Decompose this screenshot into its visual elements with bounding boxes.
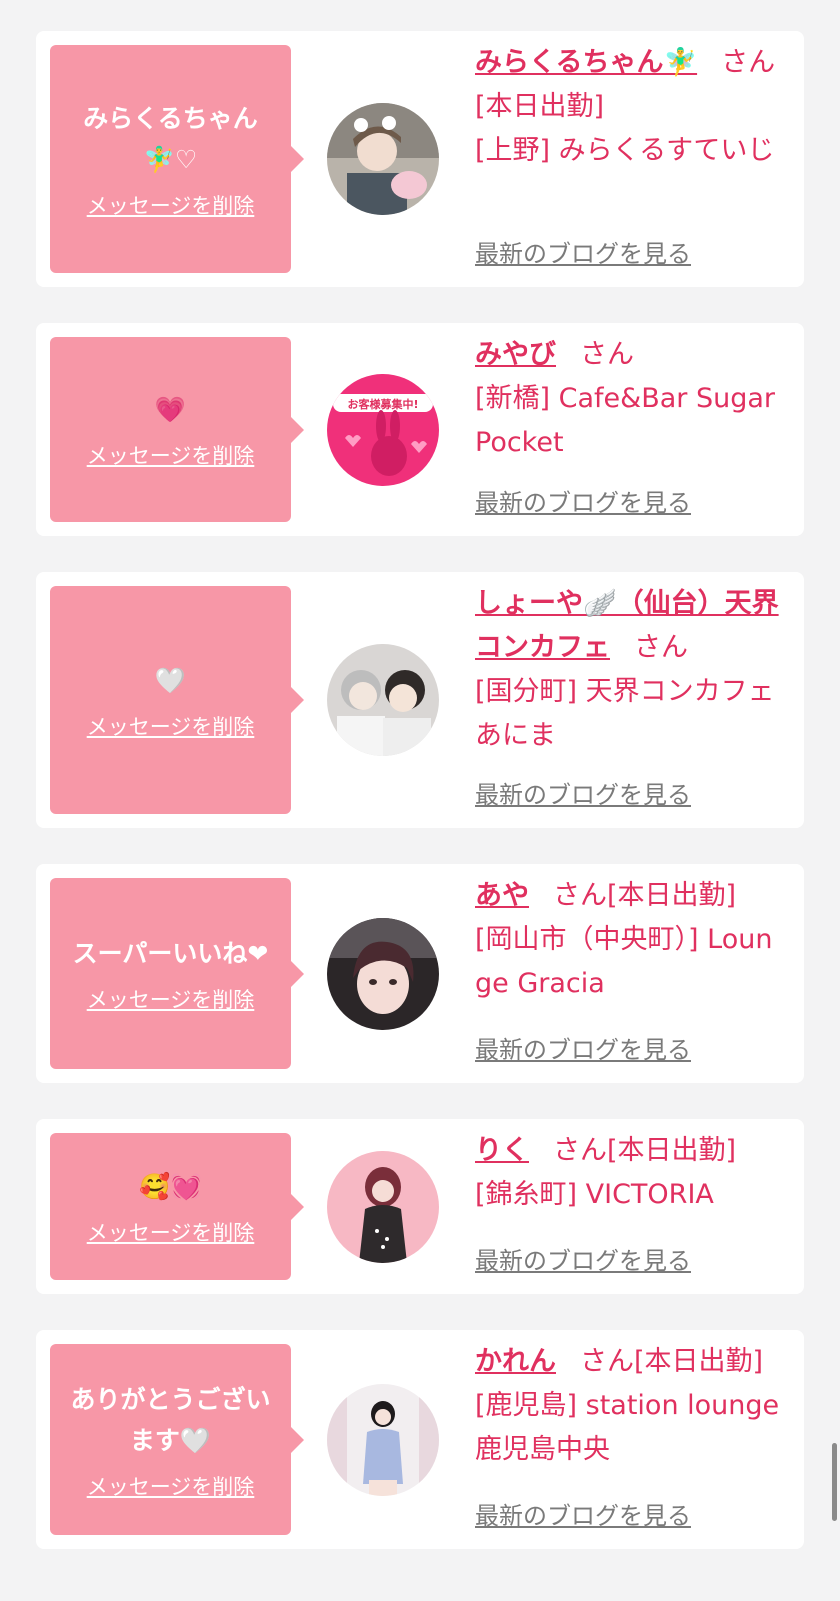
latest-blog-link[interactable]: 最新のブログを見る xyxy=(475,1030,691,1065)
status-text: [本日出勤] xyxy=(607,1135,737,1166)
honorific: さん xyxy=(580,1346,634,1377)
message-bubble: 🥰💓 メッセージを削除 xyxy=(50,1133,304,1280)
sender-name-link[interactable]: みやび xyxy=(475,339,556,370)
honorific: さん xyxy=(634,632,688,663)
honorific: さん xyxy=(580,339,634,370)
avatar[interactable] xyxy=(327,1150,439,1263)
message-bubble: 💗 メッセージを削除 xyxy=(50,337,304,522)
avatar[interactable] xyxy=(327,1383,439,1496)
latest-blog-link[interactable]: 最新のブログを見る xyxy=(475,234,691,269)
message-card: ありがとうございます🤍 メッセージを削除 かれん さん[本日出勤] [鹿児島] s… xyxy=(36,1330,804,1549)
delete-message-link[interactable]: メッセージを削除 xyxy=(87,1217,255,1247)
message-card: 🥰💓 メッセージを削除 りく さん[本日出勤] [錦糸町] VICTORIA 最新… xyxy=(36,1119,804,1294)
status-text: [本日出勤] xyxy=(634,1346,764,1377)
sender-info: かれん さん[本日出勤] [鹿児島] station lounge 鹿児島中央 xyxy=(475,1340,780,1472)
avatar[interactable] xyxy=(327,644,439,756)
latest-blog-link[interactable]: 最新のブログを見る xyxy=(475,775,691,810)
message-text: みらくるちゃん🧚‍♂️♡ xyxy=(83,104,258,174)
sender-info: しょーや🪽（仙台）天界コンカフェ さん [国分町] 天界コンカフェ あにま xyxy=(475,582,780,758)
avatar[interactable]: お客様募集中! xyxy=(327,373,439,486)
honorific: さん xyxy=(553,1135,607,1166)
message-list: みらくるちゃん🧚‍♂️♡ メッセージを削除 みらくるちゃん🧚‍♂️ さん[本日出勤… xyxy=(36,31,804,1549)
message-text: 🥰💓 xyxy=(139,1172,202,1201)
sender-name-link[interactable]: かれん xyxy=(475,1346,556,1377)
message-card: スーパーいいね❤ メッセージを削除 あや さん[本日出勤] [岡山市（中央町）] … xyxy=(36,864,804,1083)
message-card: 💗 メッセージを削除 お客様募集中! みやび さん [新橋] Cafe&Bar S… xyxy=(36,323,804,536)
latest-blog-link[interactable]: 最新のブログを見る xyxy=(475,1241,691,1276)
sender-name-link[interactable]: しょーや🪽（仙台）天界コンカフェ xyxy=(475,588,779,663)
avatar[interactable] xyxy=(327,103,439,215)
delete-message-link[interactable]: メッセージを削除 xyxy=(87,711,255,741)
sender-info: あや さん[本日出勤] [岡山市（中央町）] Lounge Gracia xyxy=(475,874,780,1006)
honorific: さん xyxy=(553,880,607,911)
honorific: さん xyxy=(721,47,776,78)
sender-name-link[interactable]: みらくるちゃん🧚‍♂️ xyxy=(475,47,697,78)
message-card: 🤍 メッセージを削除 しょーや🪽（仙台）天界コンカフェ さん [国分町] 天界コン… xyxy=(36,572,804,828)
latest-blog-link[interactable]: 最新のブログを見る xyxy=(475,483,691,518)
delete-message-link[interactable]: メッセージを削除 xyxy=(87,984,255,1014)
message-text: 🤍 xyxy=(154,665,187,695)
scrollbar[interactable] xyxy=(832,1443,837,1521)
delete-message-link[interactable]: メッセージを削除 xyxy=(87,1471,255,1501)
shop-text: [錦糸町] VICTORIA xyxy=(475,1179,714,1210)
sender-info: みらくるちゃん🧚‍♂️ さん [本日出勤] [上野] みらくるすていじ xyxy=(475,41,780,173)
status-text: [本日出勤] xyxy=(607,880,737,911)
message-bubble: スーパーいいね❤ メッセージを削除 xyxy=(50,878,304,1069)
delete-message-link[interactable]: メッセージを削除 xyxy=(87,440,255,470)
sender-info: りく さん[本日出勤] [錦糸町] VICTORIA xyxy=(475,1129,780,1217)
message-bubble: ありがとうございます🤍 メッセージを削除 xyxy=(50,1344,304,1535)
delete-message-link[interactable]: メッセージを削除 xyxy=(87,190,255,220)
message-bubble: 🤍 メッセージを削除 xyxy=(50,586,304,814)
avatar[interactable] xyxy=(327,917,439,1030)
message-bubble: みらくるちゃん🧚‍♂️♡ メッセージを削除 xyxy=(50,45,304,273)
shop-text: [上野] みらくるすていじ xyxy=(475,135,775,166)
sender-name-link[interactable]: りく xyxy=(475,1135,529,1166)
shop-text: [国分町] 天界コンカフェ あにま xyxy=(475,676,775,751)
message-text: スーパーいいね❤ xyxy=(72,939,269,968)
shop-text: [鹿児島] station lounge 鹿児島中央 xyxy=(475,1390,780,1465)
sender-info: みやび さん [新橋] Cafe&Bar Sugar Pocket xyxy=(475,333,780,465)
shop-text: [新橋] Cafe&Bar Sugar Pocket xyxy=(475,383,776,458)
shop-text: [岡山市（中央町）] Lounge Gracia xyxy=(475,924,773,999)
message-text: 💗 xyxy=(154,395,187,424)
message-text: ありがとうございます🤍 xyxy=(70,1384,271,1455)
message-card: みらくるちゃん🧚‍♂️♡ メッセージを削除 みらくるちゃん🧚‍♂️ さん [本日出勤… xyxy=(36,31,804,287)
latest-blog-link[interactable]: 最新のブログを見る xyxy=(475,1496,691,1531)
svg-text:お客様募集中!: お客様募集中! xyxy=(347,397,418,411)
status-text: [本日出勤] xyxy=(475,91,605,122)
sender-name-link[interactable]: あや xyxy=(475,880,529,911)
